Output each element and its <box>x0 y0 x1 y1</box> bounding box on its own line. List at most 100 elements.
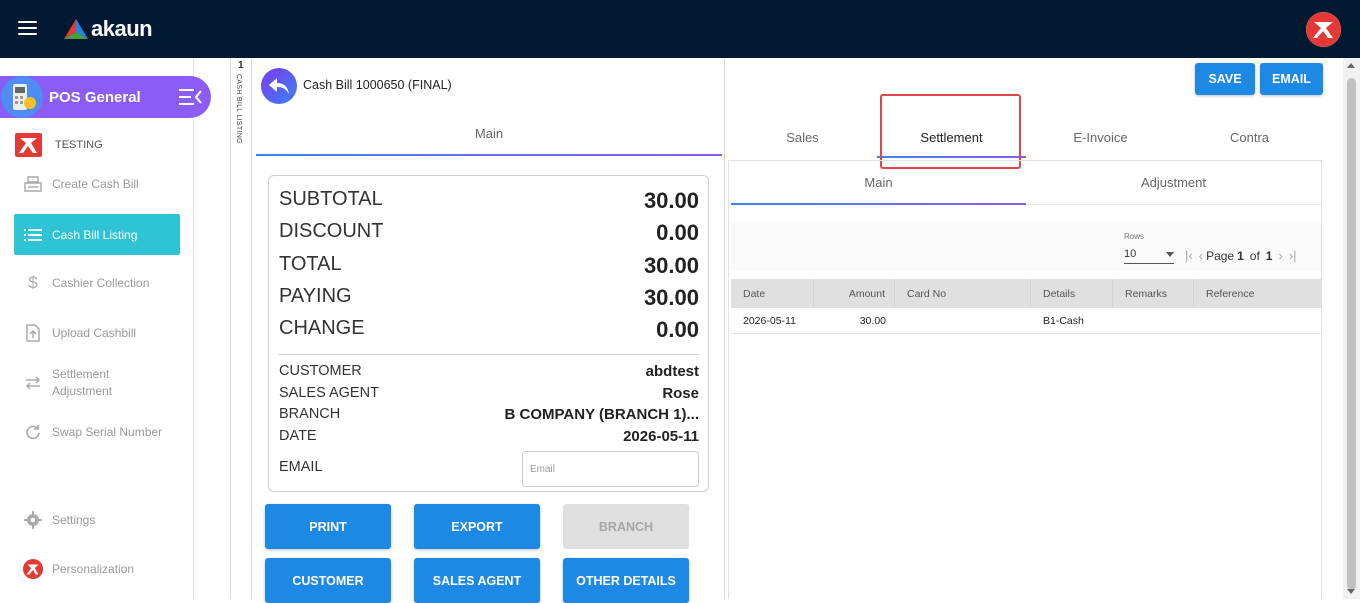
bill-tabs: Sales Settlement E-Invoice Contra <box>728 118 1324 158</box>
paginator: Rows 10 |‹ ‹ Page 1 of 1 › ›| <box>731 223 1321 271</box>
sidebar-item-settings[interactable]: Settings <box>14 509 180 531</box>
sidebar-item-label: Personalization <box>52 562 135 576</box>
akaun-logo[interactable]: akaun <box>63 14 153 44</box>
subtotal-row: SUBTOTAL 30.00 <box>279 188 699 214</box>
bill-title: Cash Bill 1000650 (FINAL) <box>303 78 452 92</box>
discount-value: 0.00 <box>656 220 699 245</box>
branch-label: BRANCH <box>279 406 341 422</box>
table-row[interactable]: 2026-05-11 30.00 B1-Cash <box>731 308 1321 334</box>
sidebar-item-label: Create Cash Bill <box>52 177 139 191</box>
scroll-down-icon[interactable] <box>1347 589 1355 594</box>
save-button[interactable]: SAVE <box>1195 63 1255 95</box>
sidebar-item-label: Cash Bill Listing <box>52 227 138 242</box>
upload-icon <box>23 323 43 343</box>
subtab-adjustment[interactable]: Adjustment <box>1026 161 1321 205</box>
cell-remarks <box>1113 308 1194 333</box>
date-label: DATE <box>279 428 317 444</box>
branch-row: BRANCH B COMPANY (BRANCH 1)... <box>279 406 699 423</box>
next-page-icon[interactable]: › <box>1278 248 1282 263</box>
customer-row: CUSTOMER abdtest <box>279 363 699 380</box>
cell-reference <box>1194 308 1321 333</box>
settlement-content: Main Adjustment Rows 10 |‹ ‹ Page 1 of 1… <box>728 160 1322 599</box>
sidebar-item-label: Upload Cashbill <box>52 326 137 340</box>
hamburger-icon[interactable] <box>18 21 37 35</box>
last-page-icon[interactable]: ›| <box>1289 248 1297 263</box>
sidebar: POS General TESTING Create Cash Bill Cas… <box>0 58 211 599</box>
collapse-menu-icon[interactable] <box>179 88 203 106</box>
back-arrow-icon <box>269 78 289 94</box>
sidebar-item-label: Cashier Collection <box>52 276 150 290</box>
sidebar-item-personalization[interactable]: Personalization <box>14 558 180 580</box>
summary-divider <box>279 354 699 355</box>
email-input[interactable] <box>522 451 699 487</box>
sales-agent-value: Rose <box>662 385 699 402</box>
col-reference[interactable]: Reference <box>1194 279 1321 308</box>
tab-settlement[interactable]: Settlement <box>877 118 1026 158</box>
current-page: 1 <box>1237 248 1244 263</box>
email-button[interactable]: EMAIL <box>1260 63 1323 95</box>
branch-value: B COMPANY (BRANCH 1)... <box>504 406 699 423</box>
app-switcher[interactable]: POS General <box>0 76 211 118</box>
first-page-icon[interactable]: |‹ <box>1185 248 1193 263</box>
sidebar-item-cashier-collection[interactable]: $ Cashier Collection <box>14 272 180 294</box>
sidebar-item-cash-bill-listing[interactable]: Cash Bill Listing <box>14 214 180 255</box>
sidebar-item-create-cash-bill[interactable]: Create Cash Bill <box>14 173 180 195</box>
date-row: DATE 2026-05-11 <box>279 428 699 445</box>
page-controls: |‹ ‹ Page 1 of 1 › ›| <box>1182 248 1300 263</box>
cell-details: B1-Cash <box>1043 314 1084 327</box>
cash-register-icon <box>23 174 43 194</box>
total-row: TOTAL 30.00 <box>279 253 699 279</box>
customer-button[interactable]: CUSTOMER <box>265 558 391 603</box>
org-selector[interactable]: TESTING <box>15 133 103 157</box>
cash-bill-listing-strip[interactable]: 1 CASH BILL LISTING <box>230 58 252 599</box>
col-card-no[interactable]: Card No <box>895 279 1031 308</box>
dollar-icon: $ <box>28 273 38 292</box>
scroll-thumb[interactable] <box>1347 78 1356 590</box>
subtotal-value: 30.00 <box>643 188 699 213</box>
sidebar-item-label: Settings <box>52 513 96 527</box>
sidebar-item-swap-serial-number[interactable]: Swap Serial Number <box>14 421 180 443</box>
col-remarks[interactable]: Remarks <box>1113 279 1194 308</box>
sidebar-item-settlement-adjustment[interactable]: Settlement Adjustment <box>14 365 180 401</box>
sales-agent-row: SALES AGENT Rose <box>279 385 699 402</box>
of-label: of <box>1249 248 1260 263</box>
change-label: CHANGE <box>279 317 365 339</box>
paying-row: PAYING 30.00 <box>279 285 699 311</box>
export-button[interactable]: EXPORT <box>414 504 540 549</box>
tab-e-invoice[interactable]: E-Invoice <box>1026 118 1175 158</box>
sidebar-item-label: Swap Serial Number <box>52 425 163 439</box>
page-scrollbar[interactable] <box>1343 58 1360 599</box>
settlement-panel: SAVE EMAIL Sales Settlement E-Invoice Co… <box>726 58 1326 599</box>
prev-page-icon[interactable]: ‹ <box>1199 248 1203 263</box>
rows-per-page-select[interactable]: 10 <box>1124 245 1174 264</box>
tab-main[interactable]: Main <box>256 120 722 156</box>
listing-strip-label: CASH BILL LISTING <box>235 74 242 144</box>
company-logo-icon[interactable] <box>1306 12 1341 47</box>
caret-down-icon <box>1166 251 1174 257</box>
subtab-main[interactable]: Main <box>731 161 1026 205</box>
table-header: Date Amount Card No Details Remarks Refe… <box>731 279 1321 308</box>
paying-value: 30.00 <box>643 285 699 310</box>
col-amount[interactable]: Amount <box>814 279 895 308</box>
branch-button[interactable]: BRANCH <box>563 504 689 549</box>
sidebar-item-upload-cashbill[interactable]: Upload Cashbill <box>14 322 180 344</box>
top-bar: akaun <box>0 0 1360 58</box>
back-button[interactable] <box>261 68 297 104</box>
email-label: EMAIL <box>279 459 323 475</box>
pos-app-icon <box>1 76 43 118</box>
print-button[interactable]: PRINT <box>265 504 391 549</box>
other-details-button[interactable]: OTHER DETAILS <box>563 558 689 603</box>
settlement-line-2: Adjustment <box>52 384 113 398</box>
tab-contra[interactable]: Contra <box>1175 118 1324 158</box>
settlement-line-1: Settlement <box>52 367 110 381</box>
gear-icon <box>23 510 43 530</box>
scroll-up-icon[interactable] <box>1347 63 1355 68</box>
org-name: TESTING <box>55 139 103 151</box>
col-details[interactable]: Details <box>1031 279 1113 308</box>
col-date[interactable]: Date <box>731 279 814 308</box>
tab-sales[interactable]: Sales <box>728 118 877 158</box>
sales-agent-button[interactable]: SALES AGENT <box>414 558 540 603</box>
rows-label: Rows <box>1124 232 1145 241</box>
change-row: CHANGE 0.00 <box>279 317 699 343</box>
swap-arrows-icon <box>23 373 43 393</box>
